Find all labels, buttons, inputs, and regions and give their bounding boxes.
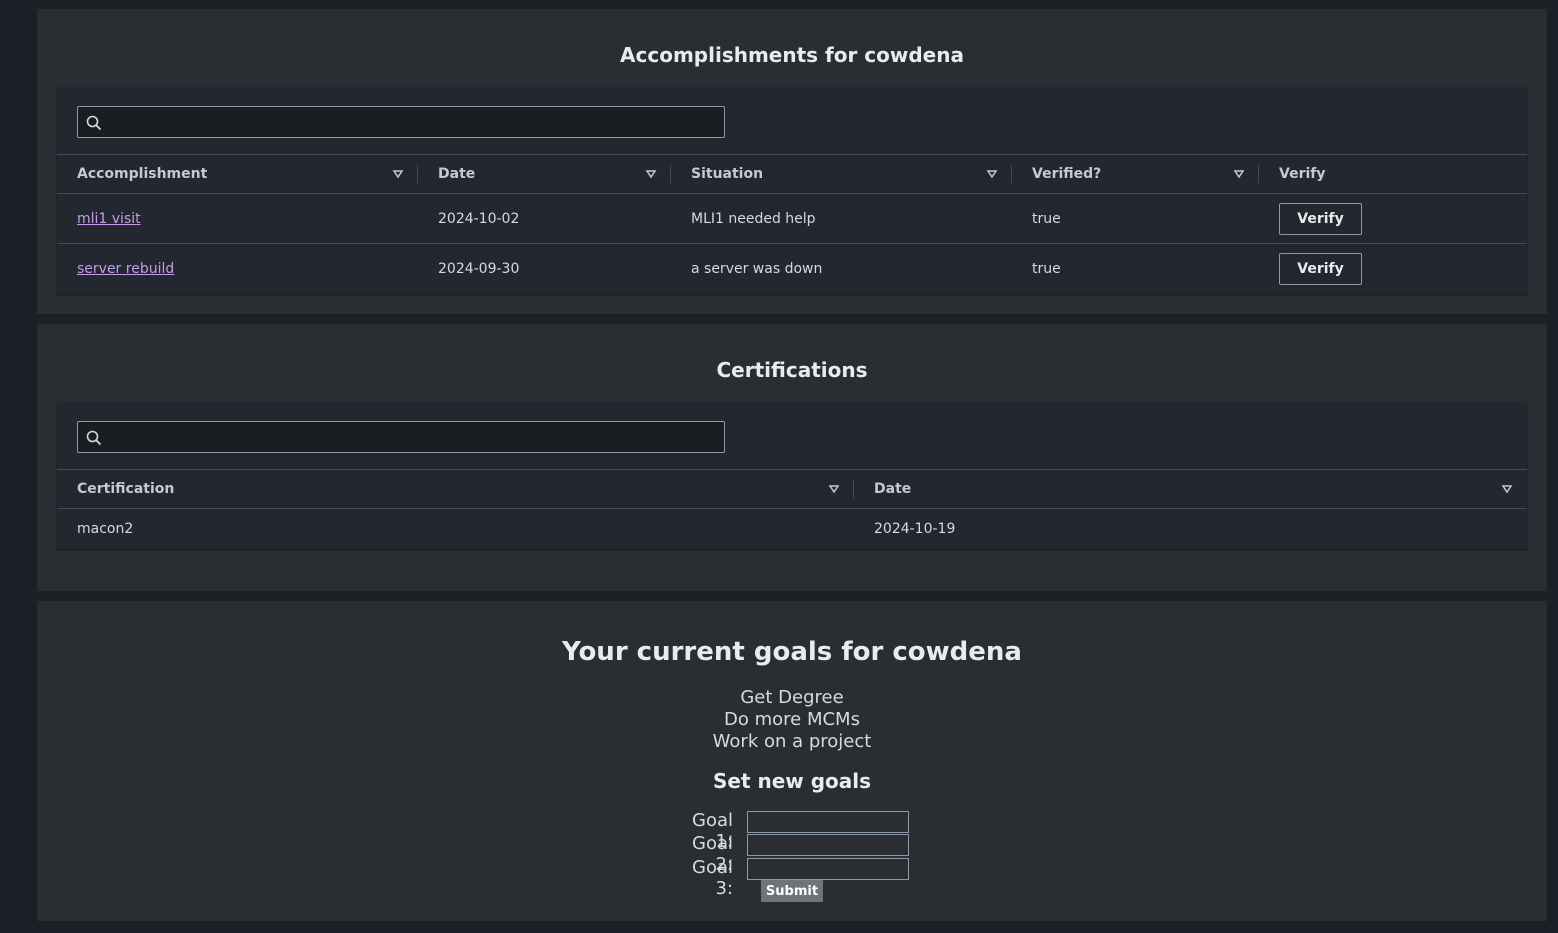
situation-cell: MLI1 needed help	[691, 211, 816, 227]
current-goal-item: Do more MCMs	[724, 709, 860, 730]
certifications-search-input[interactable]	[77, 421, 725, 453]
column-divider[interactable]	[1011, 165, 1012, 183]
column-divider[interactable]	[417, 165, 418, 183]
table-row: mli1 visit 2024-10-02 MLI1 needed help t…	[57, 194, 1527, 244]
verify-button[interactable]: Verify	[1279, 203, 1362, 235]
search-icon	[86, 430, 102, 446]
date-cell: 2024-10-19	[874, 521, 956, 537]
table-row: macon2 2024-10-19	[57, 509, 1527, 549]
column-header-situation[interactable]: Situation	[691, 155, 763, 193]
certifications-title: Certifications	[716, 358, 868, 382]
goal-3-input[interactable]	[747, 858, 909, 880]
sort-down-icon[interactable]	[986, 168, 998, 180]
search-icon	[86, 115, 102, 131]
certifications-header: Certification Date	[57, 469, 1527, 509]
accomplishments-title: Accomplishments for cowdena	[620, 43, 964, 67]
goal-1-input[interactable]	[747, 811, 909, 833]
verified-cell: true	[1032, 211, 1061, 227]
sort-down-icon[interactable]	[1501, 483, 1513, 495]
column-divider[interactable]	[1258, 165, 1259, 183]
accomplishments-panel: Accomplishments for cowdena Accomplishme…	[37, 9, 1547, 314]
goals-panel: Your current goals for cowdena Get Degre…	[37, 601, 1547, 921]
set-goals-title: Set new goals	[712, 769, 872, 793]
accomplishment-link[interactable]: mli1 visit	[77, 211, 141, 227]
situation-cell: a server was down	[691, 261, 823, 277]
column-divider[interactable]	[853, 480, 854, 498]
accomplishments-header: Accomplishment Date Situation Verified? …	[57, 154, 1527, 194]
sort-down-icon[interactable]	[645, 168, 657, 180]
goals-title: Your current goals for cowdena	[562, 637, 1022, 667]
goal-2-input[interactable]	[747, 834, 909, 856]
sort-down-icon[interactable]	[1233, 168, 1245, 180]
column-header-date[interactable]: Date	[438, 155, 475, 193]
accomplishments-search-input[interactable]	[77, 106, 725, 138]
goal-3-label: Goal 3:	[692, 857, 733, 899]
column-header-verify: Verify	[1279, 166, 1326, 182]
certification-cell: macon2	[77, 521, 134, 537]
submit-button[interactable]: Submit	[761, 880, 823, 902]
current-goal-item: Work on a project	[712, 731, 872, 752]
verify-button[interactable]: Verify	[1279, 253, 1362, 285]
sort-down-icon[interactable]	[392, 168, 404, 180]
certifications-panel: Certifications Certification Date macon2…	[37, 324, 1547, 591]
table-row: server rebuild 2024-09-30 a server was d…	[57, 244, 1527, 294]
date-cell: 2024-09-30	[438, 261, 520, 277]
date-cell: 2024-10-02	[438, 211, 520, 227]
accomplishments-table: Accomplishment Date Situation Verified? …	[57, 87, 1527, 294]
current-goal-item: Get Degree	[740, 687, 844, 708]
column-header-date[interactable]: Date	[874, 470, 911, 508]
accomplishment-link[interactable]: server rebuild	[77, 261, 174, 277]
column-header-verified[interactable]: Verified?	[1032, 155, 1101, 193]
column-header-accomplishment[interactable]: Accomplishment	[77, 155, 207, 193]
certifications-table: Certification Date macon2 2024-10-19	[57, 402, 1527, 549]
verified-cell: true	[1032, 261, 1061, 277]
sort-down-icon[interactable]	[828, 483, 840, 495]
column-header-certification[interactable]: Certification	[77, 470, 174, 508]
column-divider[interactable]	[670, 165, 671, 183]
